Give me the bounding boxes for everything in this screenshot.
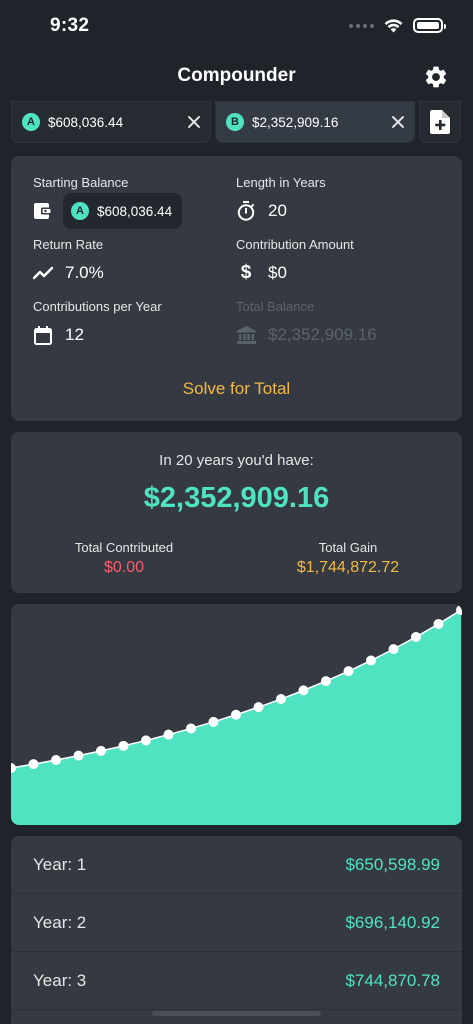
starting-balance-value: $608,036.44 [97, 203, 173, 219]
nav-bar: Compounder [0, 55, 473, 99]
chart-point-year-7[interactable] [163, 729, 174, 740]
settings-gear-icon[interactable] [423, 64, 449, 90]
contribution-amount-field[interactable]: Contribution Amount $ $0 [236, 237, 354, 283]
page-title: Compounder [177, 65, 296, 86]
year-value: $650,598.99 [345, 854, 440, 874]
chart-point-year-13[interactable] [298, 685, 309, 696]
status-icons [349, 18, 446, 33]
wifi-icon [384, 18, 403, 32]
tab-scenario-b[interactable]: B $2,352,909.16 [215, 101, 415, 143]
length-years-label: Length in Years [236, 175, 326, 190]
list-item[interactable]: Year: 1 $650,598.99 [11, 836, 462, 894]
total-gain-value: $1,744,872.72 [296, 559, 400, 576]
chart-point-year-11[interactable] [253, 702, 264, 713]
chart-point-year-5[interactable] [118, 740, 129, 751]
chart-point-year-15[interactable] [343, 666, 354, 677]
total-contributed-label: Total Contributed [74, 540, 174, 555]
home-indicator [152, 1011, 321, 1016]
chart-point-year-9[interactable] [208, 716, 219, 727]
growth-chart-card [11, 604, 462, 825]
status-time: 9:32 [50, 15, 90, 36]
chart-point-year-16[interactable] [366, 655, 376, 666]
total-gain-stat: Total Gain $1,744,872.72 [248, 540, 448, 577]
starting-balance-label: Starting Balance [33, 175, 129, 190]
total-contributed-value: $0.00 [103, 559, 145, 576]
year-label: Year: 2 [33, 912, 87, 932]
chart-point-year-2[interactable] [51, 755, 61, 766]
scenario-tabs: A $608,036.44 B $2,352,909.16 [0, 101, 473, 145]
chart-point-year-19[interactable] [433, 618, 444, 629]
stopwatch-icon [236, 201, 256, 221]
contributions-per-year-value: 12 [65, 325, 84, 344]
bank-icon [236, 325, 256, 345]
solve-for-total-button[interactable]: Solve for Total [11, 379, 462, 399]
tab-label: $2,352,909.16 [252, 114, 339, 130]
contribution-amount-label: Contribution Amount [236, 237, 354, 252]
new-scenario-button[interactable] [419, 101, 461, 143]
return-rate-label: Return Rate [33, 237, 104, 252]
year-label: Year: 1 [33, 854, 87, 874]
trending-up-icon [33, 263, 53, 283]
chart-point-year-3[interactable] [73, 750, 84, 761]
scenario-a-badge: A [22, 113, 40, 131]
year-label: Year: 3 [33, 970, 87, 990]
list-item[interactable]: Year: 2 $696,140.92 [11, 894, 462, 952]
total-balance-label: Total Balance [236, 299, 315, 314]
total-gain-label: Total Gain [318, 540, 378, 555]
contribution-amount-value: $0 [268, 263, 287, 282]
result-card: In 20 years you'd have: $2,352,909.16 To… [11, 432, 462, 593]
chart-point-year-10[interactable] [231, 709, 241, 720]
chart-point-year-8[interactable] [186, 723, 196, 734]
length-years-field[interactable]: Length in Years 20 [236, 175, 326, 221]
total-contributed-stat: Total Contributed $0.00 [24, 540, 224, 577]
dollar-icon: $ [240, 262, 252, 283]
inputs-card: Starting Balance A $608,036.44 Length in… [11, 156, 462, 421]
chart-point-year-4[interactable] [96, 745, 106, 756]
total-balance-value: $2,352,909.16 [268, 325, 377, 344]
scenario-b-badge: B [226, 113, 244, 131]
return-rate-value: 7.0% [65, 263, 104, 282]
list-item[interactable]: Year: 3 $744,870.78 [11, 952, 462, 1010]
chart-point-year-12[interactable] [276, 694, 286, 705]
contributions-per-year-field[interactable]: Contributions per Year 12 [33, 299, 162, 345]
yearly-balance-list: Year: 1 $650,598.99 Year: 2 $696,140.92 … [11, 836, 462, 1024]
battery-icon [413, 18, 446, 33]
year-value: $696,140.92 [345, 912, 440, 932]
wallet-icon [33, 201, 53, 221]
result-caption: In 20 years you'd have: [159, 452, 314, 469]
growth-chart [11, 605, 462, 825]
result-total: $2,352,909.16 [143, 482, 330, 514]
year-value: $744,870.78 [345, 970, 440, 990]
status-bar: 9:32 [0, 0, 473, 50]
close-icon[interactable] [391, 115, 405, 129]
starting-balance-source-pill[interactable]: A $608,036.44 [63, 193, 183, 229]
return-rate-field[interactable]: Return Rate 7.0% [33, 237, 104, 282]
chart-point-year-14[interactable] [321, 676, 331, 687]
calendar-icon [33, 325, 53, 345]
scenario-a-badge: A [71, 202, 89, 220]
tab-label: $608,036.44 [48, 114, 124, 130]
tab-scenario-a[interactable]: A $608,036.44 [11, 101, 211, 143]
chart-point-year-6[interactable] [141, 735, 151, 746]
new-document-icon [430, 110, 450, 134]
total-balance-field: Total Balance $2,352,909.16 [236, 299, 377, 344]
chart-point-year-1[interactable] [28, 759, 39, 770]
contributions-per-year-label: Contributions per Year [33, 299, 162, 314]
close-icon[interactable] [187, 115, 201, 129]
length-years-value: 20 [268, 201, 287, 220]
cellular-signal-icon [349, 23, 374, 28]
chart-point-year-18[interactable] [411, 631, 421, 642]
starting-balance-field[interactable]: Starting Balance A $608,036.44 [33, 175, 183, 229]
chart-point-year-17[interactable] [388, 644, 399, 655]
